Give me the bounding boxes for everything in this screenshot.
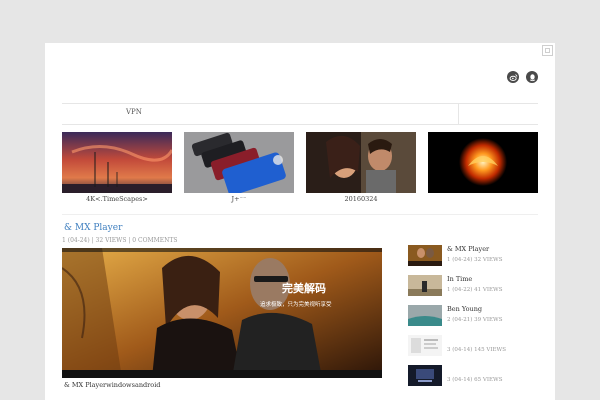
gallery-caption[interactable]: 4K<.TimeScapes> — [62, 195, 172, 203]
sidebar-post-item[interactable]: 3 (04-14) 145 VIEWS — [408, 333, 548, 363]
sidebar-post-title[interactable]: In Time — [447, 275, 472, 283]
gallery-caption[interactable]: J+⁻⁻ — [184, 195, 294, 203]
weibo-icon[interactable] — [507, 71, 519, 83]
sidebar-post-item[interactable]: In Time 1 (04-22) 41 VIEWS — [408, 273, 548, 303]
gallery-thumb-phones[interactable] — [184, 132, 294, 193]
sidebar-post-thumb[interactable] — [408, 365, 442, 386]
sidebar-post-title[interactable]: & MX Player — [447, 245, 489, 253]
gallery-thumb-couple[interactable] — [306, 132, 416, 193]
gallery-item[interactable]: J+⁻⁻ — [184, 132, 294, 203]
gallery-item[interactable] — [428, 132, 538, 195]
sidebar-recent-posts: & MX Player 1 (04-24) 32 VIEWS In Time 1… — [408, 243, 548, 393]
sidebar-post-meta: 3 (04-14) 145 VIEWS — [447, 347, 506, 353]
sidebar-post-meta: 2 (04-21) 39 VIEWS — [447, 317, 503, 323]
gallery-caption[interactable]: 20160324 — [306, 195, 416, 203]
sidebar-post-meta: 3 (04-14) 65 VIEWS — [447, 377, 503, 383]
sidebar-post-thumb[interactable] — [408, 275, 442, 296]
nav-item-vpn[interactable]: VPN — [126, 108, 142, 116]
post-image-subtitle: 追求极致，只为完美视听享受 — [260, 300, 332, 308]
featured-gallery: 4K<.TimeScapes> J+⁻⁻ 20160324 — [62, 132, 538, 208]
post-excerpt: & MX Playerwindowsandroid — [64, 381, 161, 389]
qq-icon[interactable] — [526, 71, 538, 83]
section-divider — [62, 214, 538, 215]
sidebar-post-thumb[interactable] — [408, 245, 442, 266]
nav-divider — [458, 104, 459, 124]
expand-icon[interactable] — [542, 45, 553, 56]
gallery-item[interactable]: 20160324 — [306, 132, 416, 203]
gallery-thumb-sunset[interactable] — [62, 132, 172, 193]
main-nav: VPN — [62, 103, 538, 125]
post-featured-image[interactable]: 完美解码 追求极致，只为完美视听享受 — [62, 248, 382, 378]
sidebar-post-item[interactable]: 3 (04-14) 65 VIEWS — [408, 363, 548, 393]
post-image-title: 完美解码 — [282, 281, 326, 295]
post-meta: 1 (04-24) | 32 VIEWS | 0 COMMENTS — [62, 237, 178, 244]
gallery-item[interactable]: 4K<.TimeScapes> — [62, 132, 172, 203]
sidebar-post-item[interactable]: Ben Young 2 (04-21) 39 VIEWS — [408, 303, 548, 333]
sidebar-post-thumb[interactable] — [408, 305, 442, 326]
sidebar-post-title[interactable]: Ben Young — [447, 305, 482, 313]
social-links — [507, 71, 538, 83]
sidebar-post-item[interactable]: & MX Player 1 (04-24) 32 VIEWS — [408, 243, 548, 273]
sidebar-post-meta: 1 (04-22) 41 VIEWS — [447, 287, 503, 293]
page-card: VPN 4K<.TimeScapes> J+⁻⁻ 20160324 & MX P… — [45, 43, 555, 400]
sidebar-post-thumb[interactable] — [408, 335, 442, 356]
post-title-link[interactable]: & MX Player — [64, 223, 122, 233]
sidebar-post-meta: 1 (04-24) 32 VIEWS — [447, 257, 503, 263]
gallery-thumb-phoenix[interactable] — [428, 132, 538, 193]
